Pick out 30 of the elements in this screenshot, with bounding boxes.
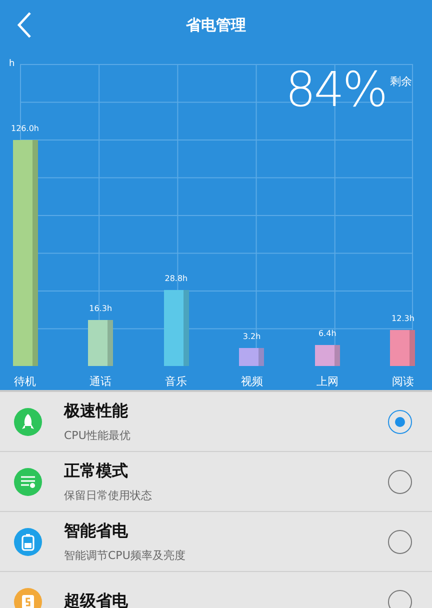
mode-title: 正常模式 xyxy=(64,460,129,482)
value-label: 3.2h xyxy=(242,332,261,341)
radio-button[interactable] xyxy=(388,590,412,608)
mode-title: 极速性能 xyxy=(64,400,129,422)
value-label: 6.4h xyxy=(318,329,336,338)
value-label: 28.8h xyxy=(164,274,188,283)
category-label: 音乐 xyxy=(165,374,188,389)
radio-button[interactable] xyxy=(388,530,412,554)
mode-description: CPU性能最优 xyxy=(64,428,132,442)
mode-item[interactable]: 正常模式 保留日常使用状态 xyxy=(0,452,432,512)
value-label: 16.3h xyxy=(89,304,112,313)
category-label: 阅读 xyxy=(392,374,414,389)
category-label: 待机 xyxy=(14,374,36,389)
mode-item[interactable]: 智能省电 智能调节CPU频率及亮度 xyxy=(0,512,432,572)
value-label: 126.0h xyxy=(11,124,39,133)
category-label: 上网 xyxy=(316,374,338,389)
mode-description: 智能调节CPU频率及亮度 xyxy=(64,548,186,562)
radio-button[interactable] xyxy=(388,410,412,434)
radio-button[interactable] xyxy=(388,470,412,494)
battery-label: 剩余 xyxy=(390,74,412,89)
category-label: 通话 xyxy=(90,374,112,389)
back-icon[interactable] xyxy=(16,11,32,39)
value-label: 12.3h xyxy=(392,314,414,323)
battery-percent: 84% xyxy=(285,66,386,114)
header-title: 省电管理 xyxy=(186,16,246,34)
unit-label: h xyxy=(9,59,15,69)
category-label: 视频 xyxy=(240,374,263,389)
mode-title: 智能省电 xyxy=(64,520,129,542)
mode-item[interactable]: 极速性能 CPU性能最优 xyxy=(0,392,432,452)
mode-description: 保留日常使用状态 xyxy=(64,488,153,502)
